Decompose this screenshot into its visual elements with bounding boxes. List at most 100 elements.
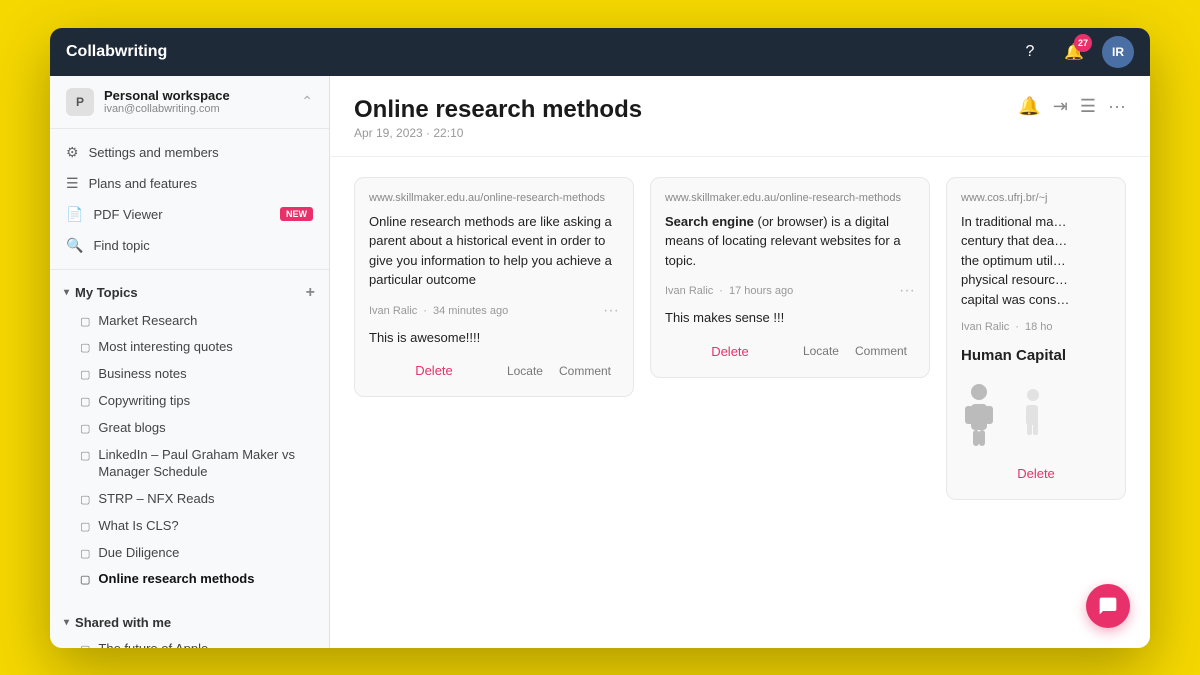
shared-chevron-icon: ▾ <box>64 617 69 628</box>
card-time: 18 ho <box>1025 321 1053 333</box>
help-button[interactable]: ? <box>1014 36 1046 68</box>
content-date: Apr 19, 2023 · 22:10 <box>354 126 642 140</box>
topic-icon: ▢ <box>80 573 90 587</box>
card-text: Search engine (or browser) is a digital … <box>665 212 915 271</box>
topic-label: Online research methods <box>98 571 254 588</box>
app-logo: Collabwriting <box>66 43 1014 61</box>
add-topic-button[interactable]: + <box>306 284 315 302</box>
card-url: www.skillmaker.edu.au/online-research-me… <box>369 192 619 204</box>
topic-icon: ▢ <box>80 520 90 534</box>
sidebar: P Personal workspace ivan@collabwriting.… <box>50 76 330 648</box>
main-layout: P Personal workspace ivan@collabwriting.… <box>50 76 1150 648</box>
content-header: Online research methods Apr 19, 2023 · 2… <box>330 76 1150 157</box>
shared-with-me-header[interactable]: ▾ Shared with me <box>50 609 329 636</box>
sidebar-item-interesting-quotes[interactable]: ▢ Most interesting quotes <box>50 334 329 361</box>
card-author: Ivan Ralic <box>961 321 1009 333</box>
header-actions: ? 🔔 27 IR <box>1014 36 1134 68</box>
card-delete-button[interactable]: Delete <box>961 462 1111 485</box>
shared-label: Shared with me <box>75 615 171 630</box>
pdf-label: PDF Viewer <box>93 207 270 222</box>
topic-label: Due Diligence <box>98 545 179 562</box>
card-delete-button[interactable]: Delete <box>369 359 499 382</box>
share-button[interactable]: ⇥ <box>1053 96 1068 117</box>
workspace-chevron-icon: ⌃ <box>301 93 313 110</box>
sidebar-item-business-notes[interactable]: ▢ Business notes <box>50 361 329 388</box>
chat-fab-button[interactable] <box>1086 584 1130 628</box>
plans-icon: ☰ <box>66 175 79 192</box>
sidebar-item-plans[interactable]: ☰ Plans and features <box>50 168 329 199</box>
sidebar-item-online-research[interactable]: ▢ Online research methods <box>50 566 329 593</box>
topic-icon: ▢ <box>80 643 90 647</box>
content-area: Online research methods Apr 19, 2023 · 2… <box>330 76 1150 648</box>
bell-button[interactable]: 🔔 <box>1018 96 1040 117</box>
card-text: Online research methods are like asking … <box>369 212 619 290</box>
content-actions: 🔔 ⇥ ☰ ··· <box>1018 96 1126 117</box>
card-meta: Ivan Ralic · 18 ho <box>961 321 1111 333</box>
topic-label: What Is CLS? <box>98 518 178 535</box>
app-header: Collabwriting ? 🔔 27 IR <box>50 28 1150 76</box>
card-2: www.skillmaker.edu.au/online-research-me… <box>650 177 930 378</box>
card-more-button[interactable]: ··· <box>603 302 619 320</box>
my-topics-header[interactable]: ▾ My Topics + <box>50 278 329 308</box>
card-actions: Delete <box>961 458 1111 485</box>
more-options-button[interactable]: ··· <box>1108 96 1126 117</box>
topic-icon: ▢ <box>80 547 90 561</box>
new-badge: NEW <box>280 207 313 221</box>
cards-container: www.skillmaker.edu.au/online-research-me… <box>330 157 1150 648</box>
sidebar-item-linkedin-paul[interactable]: ▢ LinkedIn – Paul Graham Maker vs Manage… <box>50 442 329 486</box>
sidebar-item-strp-nfx[interactable]: ▢ STRP – NFX Reads <box>50 486 329 513</box>
content-wrapper: Online research methods Apr 19, 2023 · 2… <box>330 76 1150 648</box>
card-delete-button[interactable]: Delete <box>665 340 795 363</box>
sidebar-item-future-apple[interactable]: ▢ The future of Apple <box>50 636 329 647</box>
sidebar-item-great-blogs[interactable]: ▢ Great blogs <box>50 415 329 442</box>
sidebar-item-due-diligence[interactable]: ▢ Due Diligence <box>50 540 329 567</box>
card-dot: · <box>1015 321 1019 333</box>
find-label: Find topic <box>93 238 313 253</box>
sidebar-item-settings[interactable]: ⚙ Settings and members <box>50 137 329 168</box>
sidebar-item-what-is-cls[interactable]: ▢ What Is CLS? <box>50 513 329 540</box>
pdf-icon: 📄 <box>66 206 83 223</box>
card-author: Ivan Ralic <box>665 285 713 297</box>
settings-label: Settings and members <box>89 145 313 160</box>
topic-label: Great blogs <box>98 420 165 437</box>
my-topics-section: ▾ My Topics + ▢ Market Research ▢ Most i… <box>50 270 329 602</box>
notification-button[interactable]: 🔔 27 <box>1058 36 1090 68</box>
topic-icon: ▢ <box>80 395 90 409</box>
sidebar-item-copywriting-tips[interactable]: ▢ Copywriting tips <box>50 388 329 415</box>
shared-with-me-section: ▾ Shared with me ▢ The future of Apple ▢… <box>50 601 329 647</box>
workspace-info: Personal workspace ivan@collabwriting.co… <box>104 88 291 115</box>
card-author: Ivan Ralic <box>369 305 417 317</box>
card-1: www.skillmaker.edu.au/online-research-me… <box>354 177 634 398</box>
topic-icon: ▢ <box>80 493 90 507</box>
topic-label: STRP – NFX Reads <box>98 491 214 508</box>
card-locate-button[interactable]: Locate <box>499 360 551 382</box>
topic-label: Market Research <box>98 313 197 330</box>
card-comment-button[interactable]: Comment <box>551 360 619 382</box>
sidebar-item-pdf[interactable]: 📄 PDF Viewer NEW <box>50 199 329 230</box>
card-3: www.cos.ufrj.br/~j In traditional ma…cen… <box>946 177 1126 500</box>
list-view-button[interactable]: ☰ <box>1080 96 1096 117</box>
my-topics-label: My Topics <box>75 285 138 300</box>
human-capital-illustration <box>961 380 1111 450</box>
card-subtitle: Human Capital <box>961 345 1111 368</box>
card-comment: This is awesome!!!! <box>369 328 619 348</box>
topic-icon: ▢ <box>80 315 90 329</box>
avatar-button[interactable]: IR <box>1102 36 1134 68</box>
my-topics-chevron-icon: ▾ <box>64 287 69 298</box>
topic-icon: ▢ <box>80 449 90 463</box>
workspace-icon: P <box>66 88 94 116</box>
sidebar-item-find[interactable]: 🔍 Find topic <box>50 230 329 261</box>
card-actions: Delete Locate Comment <box>665 336 915 363</box>
card-url: www.cos.ufrj.br/~j <box>961 192 1111 204</box>
card-more-button[interactable]: ··· <box>899 282 915 300</box>
card-locate-button[interactable]: Locate <box>795 340 847 362</box>
card-comment-button[interactable]: Comment <box>847 340 915 362</box>
plans-label: Plans and features <box>89 176 313 191</box>
card-dot: · <box>719 285 723 297</box>
sidebar-item-market-research[interactable]: ▢ Market Research <box>50 308 329 335</box>
card-dot: · <box>423 305 427 317</box>
card-time: 34 minutes ago <box>433 305 508 317</box>
topic-label: Most interesting quotes <box>98 339 232 356</box>
workspace-selector[interactable]: P Personal workspace ivan@collabwriting.… <box>50 76 329 129</box>
find-icon: 🔍 <box>66 237 83 254</box>
